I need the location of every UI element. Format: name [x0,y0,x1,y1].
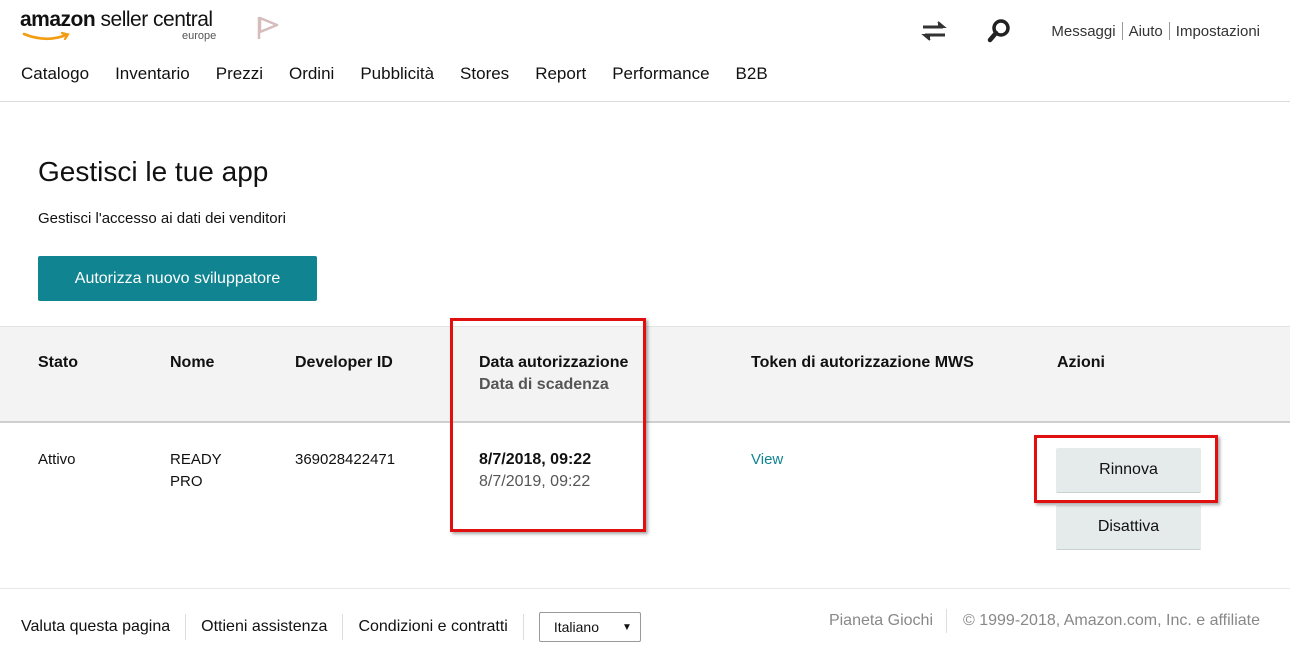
search-icon[interactable] [986,18,1014,44]
flag-icon[interactable] [257,16,279,40]
table-header: Stato Nome Developer ID Data autorizzazi… [0,326,1290,423]
row-status: Attivo [38,451,76,468]
language-select[interactable]: Italiano ▼ [538,612,641,642]
terms-link[interactable]: Condizioni e contratti [358,618,507,636]
column-header-actions: Azioni [1057,354,1105,371]
row-dates: 8/7/2018, 09:22 8/7/2019, 09:22 [479,449,591,493]
logo-product: seller central [100,8,214,31]
row-app-name-line1: READY [170,451,222,468]
nav-inventory[interactable]: Inventario [115,64,190,84]
nav-pricing[interactable]: Prezzi [216,64,263,84]
column-header-token: Token di autorizzazione MWS [751,354,974,371]
page-title: Gestisci le tue app [38,156,269,187]
row-token: View [751,449,783,471]
page-subtitle: Gestisci l'accesso ai dati dei venditori [38,210,286,227]
main-nav: Catalogo Inventario Prezzi Ordini Pubbli… [21,64,794,84]
seller-central-logo[interactable]: amazon seller central europe [20,6,230,46]
logo-brand: amazon [20,8,96,31]
deactivate-button[interactable]: Disattiva [1056,505,1201,550]
column-header-status: Stato [38,354,78,371]
divider [342,614,344,640]
rate-page-link[interactable]: Valuta questa pagina [21,618,170,636]
row-app-name-line2: PRO [170,473,203,490]
nav-b2b[interactable]: B2B [736,64,768,84]
top-header: amazon seller central europe Messaggi Ai… [0,0,1290,102]
store-name: Pianeta Giochi [828,612,933,629]
logo-region: europe [182,30,217,42]
messages-link[interactable]: Messaggi [1045,23,1121,40]
authorize-developer-button[interactable]: Autorizza nuovo sviluppatore [38,256,317,301]
settings-link[interactable]: Impostazioni [1170,23,1260,40]
divider [522,614,524,640]
switch-account-icon[interactable] [920,20,948,42]
nav-advertising[interactable]: Pubblicità [360,64,434,84]
row-auth-date: 8/7/2018, 09:22 [479,451,592,468]
top-links: Messaggi Aiuto Impostazioni [1045,22,1260,40]
row-developer-id: 369028422471 [295,451,396,468]
column-header-name: Nome [170,354,215,371]
row-expiry-date: 8/7/2019, 09:22 [479,473,591,490]
divider [185,614,187,640]
nav-catalog[interactable]: Catalogo [21,64,89,84]
divider [946,609,947,633]
help-link[interactable]: Aiuto [1123,23,1169,40]
get-help-link[interactable]: Ottieni assistenza [201,618,327,636]
language-selected: Italiano [553,619,600,635]
nav-reports[interactable]: Report [535,64,586,84]
footer-links: Valuta questa pagina Ottieni assistenza … [21,612,641,642]
footer-divider [0,588,1290,589]
nav-stores[interactable]: Stores [460,64,509,84]
nav-performance[interactable]: Performance [612,64,709,84]
amazon-smile-icon [22,32,70,41]
copyright: © 1999-2018, Amazon.com, Inc. e affiliat… [963,612,1260,629]
column-header-auth-date: Data autorizzazione [479,354,629,371]
column-header-developer-id: Developer ID [295,354,393,371]
nav-orders[interactable]: Ordini [289,64,334,84]
footer-right: Pianeta Giochi © 1999-2018, Amazon.com, … [829,609,1260,633]
dropdown-caret-icon: ▼ [621,621,632,633]
renew-button[interactable]: Rinnova [1056,448,1201,493]
column-header-expiry-date: Data di scadenza [479,376,609,393]
row-app-name: READY PRO [170,449,222,493]
view-token-link[interactable]: View [751,451,783,468]
